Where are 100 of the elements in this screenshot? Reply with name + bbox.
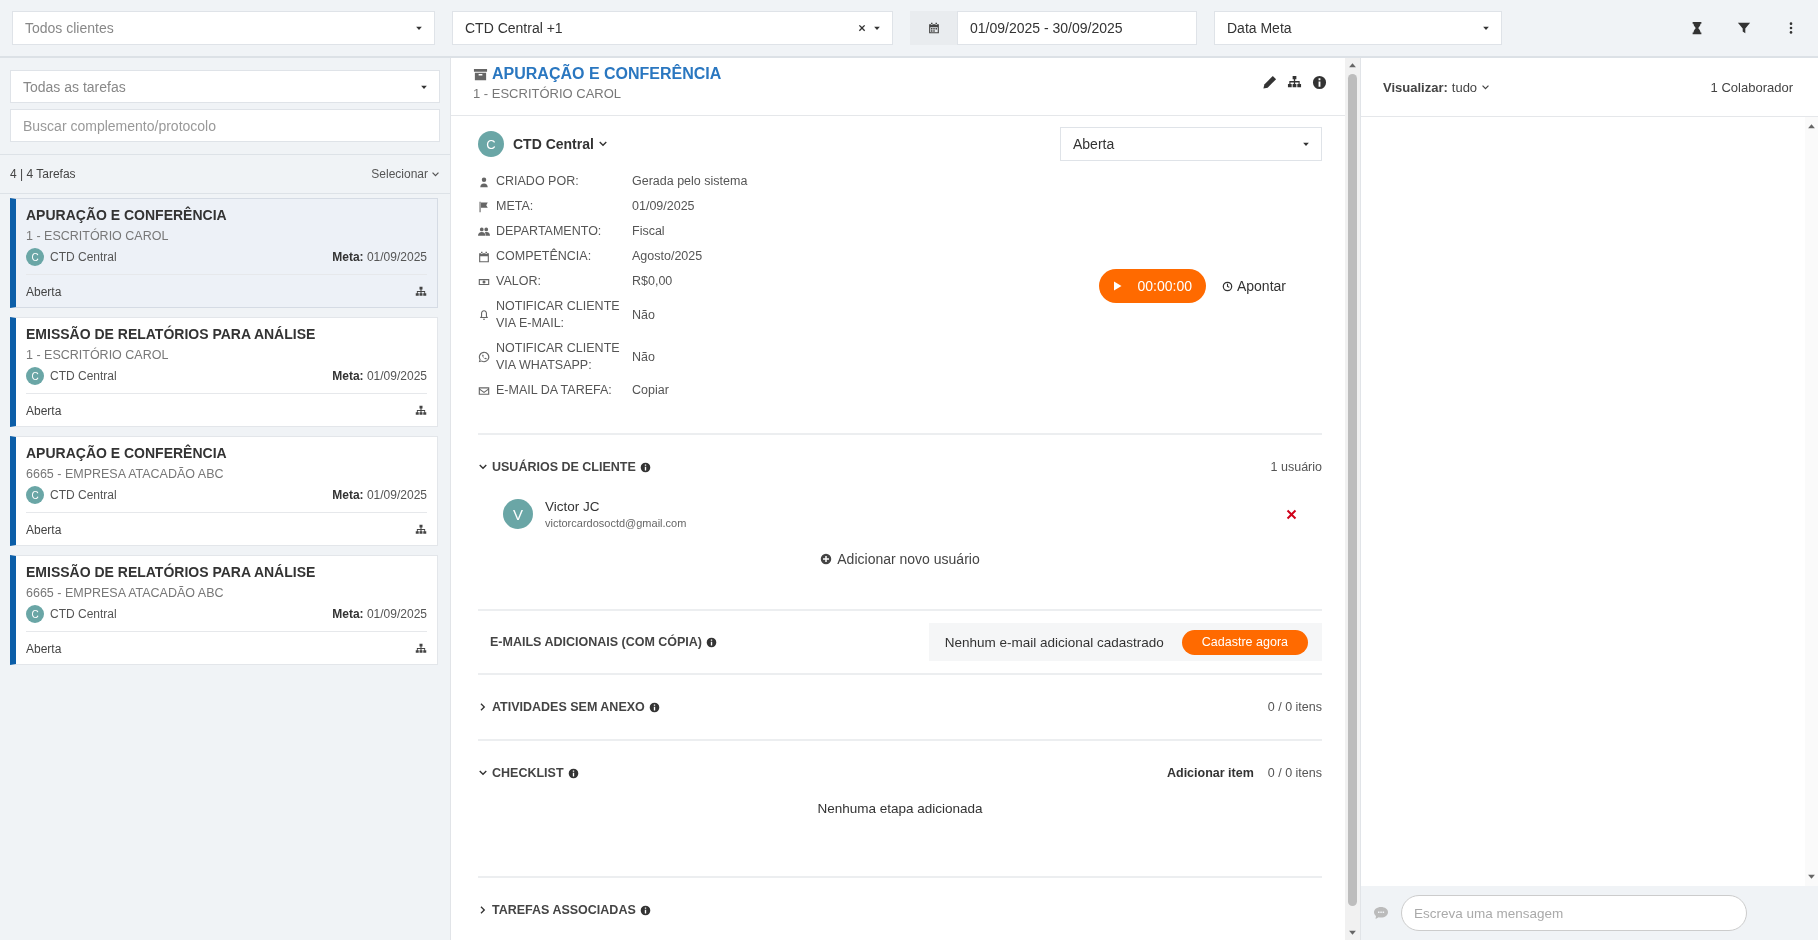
task-card[interactable]: EMISSÃO DE RELATÓRIOS PARA ANÁLISE 6665 - EMPRESA ATACADÃO ABC C CTD Central Meta: 01/09/2025 Aberta: [10, 555, 438, 665]
chevron-down-icon[interactable]: [478, 462, 488, 472]
section-title: TAREFAS ASSOCIADAS: [492, 903, 636, 917]
task-title: APURAÇÃO E CONFERÊNCIA: [26, 205, 228, 225]
message-field[interactable]: Escreva uma mensagem: [1401, 895, 1747, 931]
task-title: EMISSÃO DE RELATÓRIOS PARA ANÁLISE: [26, 324, 317, 344]
empty-message: Nenhum e-mail adicional cadastrado: [944, 634, 1164, 650]
info-icon[interactable]: [1312, 75, 1327, 90]
unit-select[interactable]: CTD Central +1: [452, 11, 893, 45]
field-value: Não: [632, 306, 656, 324]
client-name: 1 - ESCRITÓRIO CAROL: [26, 346, 170, 364]
status-text: Aberta: [26, 523, 62, 537]
pencil-icon[interactable]: [1262, 75, 1277, 90]
field-label: VALOR:: [496, 273, 542, 290]
client-name: 6665 - EMPRESA ATACADÃO ABC: [26, 585, 225, 602]
arrow-up-icon[interactable]: [1807, 122, 1816, 131]
sitemap-icon: [415, 405, 427, 417]
avatar: C: [26, 248, 44, 266]
empty-message: Nenhuma etapa adicionada: [816, 801, 984, 818]
calendar-icon: [927, 22, 940, 34]
field-value: Fiscal: [632, 223, 666, 240]
unit-name: CTD Central: [50, 607, 117, 621]
add-item-link[interactable]: Adicionar item: [1166, 766, 1254, 780]
arrow-up-icon[interactable]: [1348, 61, 1357, 70]
avatar: C: [478, 131, 504, 157]
status-select[interactable]: Aberta: [1060, 127, 1322, 161]
client-name: 1 - ESCRITÓRIO CAROL: [26, 227, 170, 245]
field-label: DEPARTAMENTO:: [496, 223, 603, 240]
comment-icon: [1373, 905, 1389, 921]
chevron-right-icon[interactable]: [478, 905, 488, 915]
hourglass-icon[interactable]: [1690, 21, 1704, 35]
task-card[interactable]: APURAÇÃO E CONFERÊNCIA 6665 - EMPRESA ATACADÃO ABC C CTD Central Meta: 01/09/2025 Aberta: [10, 436, 438, 546]
field-value: R$0,00: [632, 273, 674, 290]
field-label: E-MAIL DA TAREFA:: [496, 382, 613, 399]
info-icon: [567, 767, 579, 779]
unit-dropdown[interactable]: CTD Central: [513, 136, 608, 152]
avatar: C: [26, 605, 44, 623]
filter-icon[interactable]: [1737, 21, 1751, 35]
item-count: 0 / 0 itens: [1267, 766, 1322, 780]
user-count: 1 usuário: [1270, 460, 1322, 474]
client-name: 6665 - EMPRESA ATACADÃO ABC: [26, 466, 225, 483]
deadline-text: Meta: 01/09/2025: [332, 607, 427, 621]
sitemap-icon: [415, 643, 427, 655]
task-type-select[interactable]: Todas as tarefas: [10, 70, 440, 103]
task-title: APURAÇÃO E CONFERÊNCIA: [492, 65, 722, 83]
item-count: 0 / 0 itens: [1267, 700, 1322, 714]
task-card[interactable]: EMISSÃO DE RELATÓRIOS PARA ANÁLISE 1 - ESCRITÓRIO CAROL C CTD Central Meta: 01/09/2025 Aberta: [10, 317, 438, 427]
archive-icon: [473, 66, 488, 82]
info-icon: [706, 636, 718, 648]
arrow-down-icon[interactable]: [1348, 928, 1357, 937]
info-icon: [648, 701, 660, 713]
task-title: APURAÇÃO E CONFERÊNCIA: [26, 443, 228, 463]
scrollbar[interactable]: [1345, 58, 1360, 940]
info-icon: [639, 904, 651, 916]
scrollbar[interactable]: [1805, 117, 1818, 886]
client-name: 1 - ESCRITÓRIO CAROL: [473, 86, 623, 101]
collaborator-count: 1 Colaborador: [1710, 79, 1793, 95]
section-title: CHECKLIST: [492, 766, 564, 780]
envelope-icon: [478, 384, 490, 397]
clear-icon[interactable]: [857, 23, 867, 33]
field-label: META:: [496, 198, 535, 215]
client-select[interactable]: Todos clientes: [12, 11, 435, 45]
field-label: CRIADO POR:: [496, 173, 580, 190]
field-value: 01/09/2025: [632, 198, 696, 215]
sitemap-icon: [415, 524, 427, 536]
calendar-button[interactable]: [910, 11, 957, 45]
avatar: V: [503, 499, 533, 529]
play-icon: [1111, 280, 1124, 292]
field-label: COMPETÊNCIA:: [496, 248, 593, 265]
task-card[interactable]: APURAÇÃO E CONFERÊNCIA 1 - ESCRITÓRIO CAROL C CTD Central Meta: 01/09/2025 Aberta: [10, 198, 438, 308]
chevron-right-icon[interactable]: [478, 702, 488, 712]
sitemap-icon[interactable]: [1287, 75, 1302, 90]
status-text: Aberta: [26, 642, 62, 656]
log-time-button[interactable]: Apontar: [1221, 278, 1286, 294]
user-email: victorcardosoctd@gmail.com: [545, 517, 687, 529]
users-icon: [478, 225, 490, 238]
info-icon: [639, 461, 651, 473]
date-range-field[interactable]: 01/09/2025 - 30/09/2025: [957, 11, 1197, 45]
date-type-select[interactable]: Data Meta: [1214, 11, 1502, 45]
bell-icon: [478, 309, 490, 321]
status-text: Aberta: [26, 404, 62, 418]
phone-bubble-icon: [478, 351, 490, 363]
field-value: Gerada pelo sistema: [632, 173, 748, 190]
view-dropdown[interactable]: Visualizar: tudo: [1383, 79, 1491, 95]
arrow-down-icon[interactable]: [1807, 872, 1816, 881]
sitemap-icon: [415, 286, 427, 298]
chevron-down-icon: [597, 139, 608, 149]
section-title: ATIVIDADES SEM ANEXO: [492, 700, 645, 714]
search-field[interactable]: Buscar complemento/protocolo: [10, 109, 440, 142]
avatar: C: [26, 486, 44, 504]
deadline-text: Meta: 01/09/2025: [332, 369, 427, 383]
avatar: C: [26, 367, 44, 385]
select-dropdown[interactable]: Selecionar: [371, 167, 440, 181]
task-title: EMISSÃO DE RELATÓRIOS PARA ANÁLISE: [26, 562, 317, 582]
field-value: Copiar: [632, 382, 670, 399]
scrollbar-thumb[interactable]: [1348, 74, 1357, 906]
add-user-link[interactable]: Adicionar novo usuário: [820, 551, 980, 567]
field-label: NOTIFICAR CLIENTE VIA WHATSAPP:: [496, 340, 621, 374]
chevron-down-icon[interactable]: [478, 768, 488, 778]
section-title: USUÁRIOS DE CLIENTE: [492, 460, 636, 474]
